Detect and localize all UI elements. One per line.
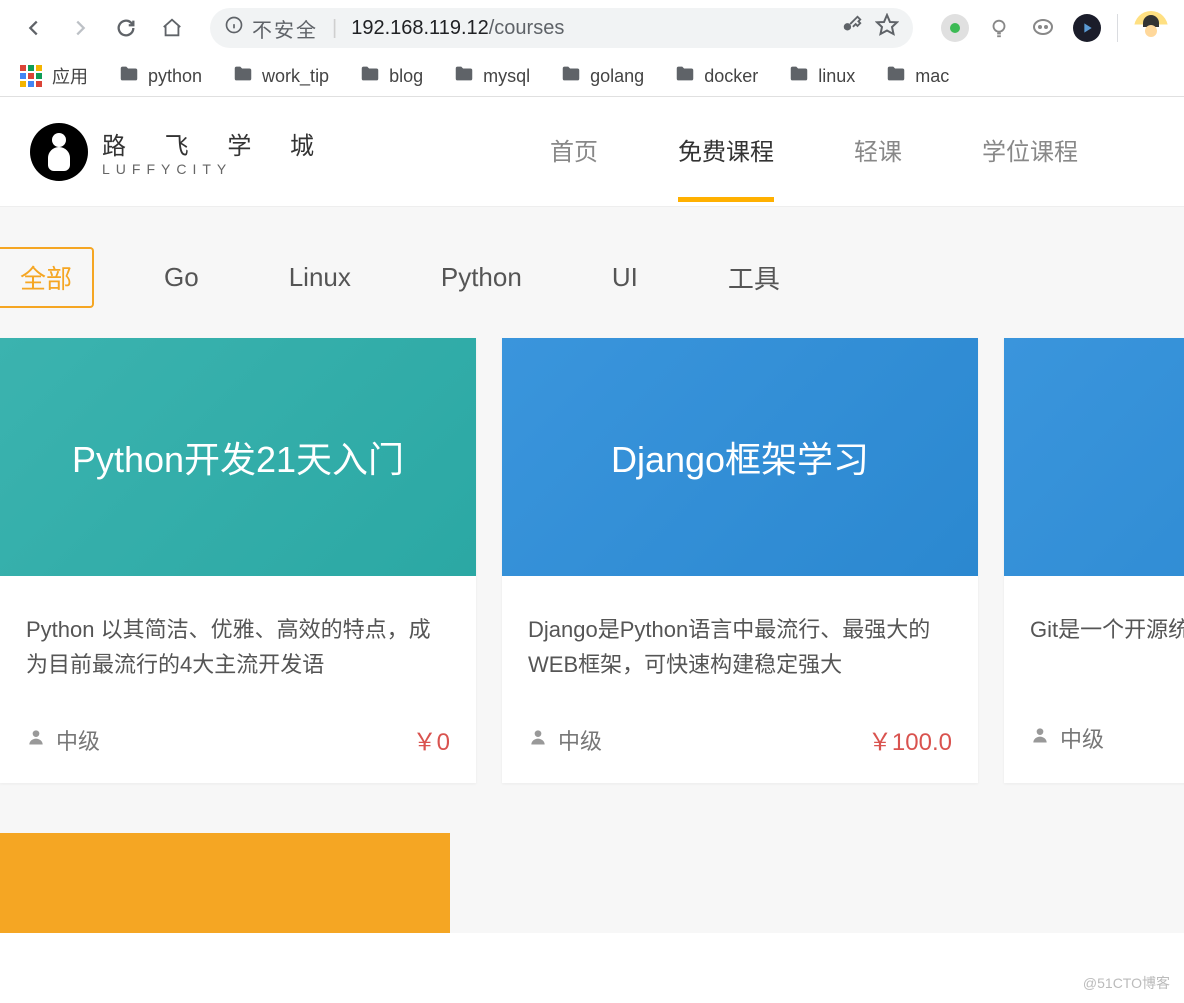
filter-ui[interactable]: UI	[592, 252, 658, 303]
bookmark-label: linux	[818, 66, 855, 87]
filter-all[interactable]: 全部	[0, 247, 94, 308]
key-icon[interactable]	[841, 14, 863, 42]
course-description: Django是Python语言中最流行、最强大的WEB框架，可快速构建稳定强大	[528, 612, 952, 682]
extension-icon[interactable]	[941, 14, 969, 42]
course-level: 中级	[1030, 722, 1104, 754]
url-path: /courses	[489, 17, 565, 40]
site-header: 路 飞 学 城 LUFFYCITY 首页 免费课程 轻课 学位课程	[0, 97, 1184, 207]
address-bar[interactable]: 不安全 | 192.168.119.12/courses	[210, 8, 913, 48]
bookmark-label: work_tip	[262, 66, 329, 87]
level-label: 中级	[1060, 722, 1104, 754]
bookmark-label: mac	[915, 66, 949, 87]
folder-icon	[885, 63, 907, 90]
folder-icon	[560, 63, 582, 90]
bookmark-folder[interactable]: mac	[885, 63, 949, 90]
course-card[interactable]: Git是一个开源统，可以有效 中级	[1004, 338, 1184, 783]
bookmark-folder[interactable]: python	[118, 63, 202, 90]
course-card[interactable]: Django框架学习 Django是Python语言中最流行、最强大的WEB框架…	[502, 338, 978, 783]
course-level: 中级	[528, 724, 602, 756]
filter-python[interactable]: Python	[421, 252, 542, 303]
extension-icon[interactable]	[1073, 14, 1101, 42]
extra-block	[0, 833, 450, 933]
back-button[interactable]	[16, 10, 52, 46]
folder-icon	[359, 63, 381, 90]
filter-go[interactable]: Go	[144, 252, 219, 303]
profile-avatar[interactable]	[1134, 11, 1168, 45]
apps-button[interactable]: 应用	[20, 63, 88, 89]
folder-icon	[232, 63, 254, 90]
info-icon	[224, 15, 244, 41]
course-row: Python开发21天入门 Python 以其简洁、优雅、高效的特点，成为目前最…	[0, 338, 1184, 783]
course-hero: Python开发21天入门	[0, 338, 476, 576]
course-title: Django框架学习	[611, 431, 869, 483]
apps-grid-icon	[20, 65, 42, 87]
person-icon	[26, 727, 46, 753]
folder-icon	[118, 63, 140, 90]
folder-icon	[788, 63, 810, 90]
course-hero	[1004, 338, 1184, 576]
apps-label: 应用	[52, 63, 88, 89]
nav-degree-courses[interactable]: 学位课程	[982, 102, 1078, 202]
course-title: Python开发21天入门	[72, 431, 404, 483]
course-price: ￥0	[413, 722, 450, 757]
bookmark-folder[interactable]: docker	[674, 63, 758, 90]
extension-icon[interactable]	[985, 14, 1013, 42]
filter-linux[interactable]: Linux	[269, 252, 371, 303]
course-hero: Django框架学习	[502, 338, 978, 576]
url-host: 192.168.119.12	[351, 17, 489, 40]
insecure-label: 不安全	[252, 14, 318, 43]
toolbar-extensions	[941, 11, 1168, 45]
pipe: |	[332, 17, 337, 40]
watermark: @51CTO博客	[1083, 973, 1170, 993]
bookmark-label: blog	[389, 66, 423, 87]
course-description: Python 以其简洁、优雅、高效的特点，成为目前最流行的4大主流开发语	[26, 612, 450, 682]
browser-toolbar: 不安全 | 192.168.119.12/courses	[0, 0, 1184, 56]
logo-title-en: LUFFYCITY	[102, 161, 330, 177]
level-label: 中级	[558, 724, 602, 756]
logo-title-cn: 路 飞 学 城	[102, 126, 330, 161]
content-area: 全部 Go Linux Python UI 工具 Python开发21天入门 P…	[0, 207, 1184, 933]
course-card[interactable]: Python开发21天入门 Python 以其简洁、优雅、高效的特点，成为目前最…	[0, 338, 476, 783]
bookmark-folder[interactable]: work_tip	[232, 63, 329, 90]
nav-home[interactable]: 首页	[550, 102, 598, 202]
bookmark-label: golang	[590, 66, 644, 87]
course-price: ￥100.0	[868, 722, 952, 757]
folder-icon	[674, 63, 696, 90]
divider	[1117, 14, 1118, 42]
site-logo[interactable]: 路 飞 学 城 LUFFYCITY	[30, 123, 330, 181]
reload-button[interactable]	[108, 10, 144, 46]
bookmark-folder[interactable]: mysql	[453, 63, 530, 90]
star-icon[interactable]	[875, 13, 899, 43]
bookmark-folder[interactable]: golang	[560, 63, 644, 90]
bookmark-label: python	[148, 66, 202, 87]
bookmarks-bar: 应用 python work_tip blog mysql golang doc…	[0, 56, 1184, 96]
nav-free-courses[interactable]: 免费课程	[678, 102, 774, 202]
site-nav: 首页 免费课程 轻课 学位课程	[550, 102, 1078, 202]
bookmark-folder[interactable]: linux	[788, 63, 855, 90]
filter-tools[interactable]: 工具	[708, 249, 800, 306]
course-description: Git是一个开源统，可以有效	[1030, 612, 1184, 682]
person-icon	[1030, 725, 1050, 751]
person-icon	[528, 727, 548, 753]
bookmark-label: mysql	[483, 66, 530, 87]
filter-tabs: 全部 Go Linux Python UI 工具	[0, 247, 1184, 338]
course-level: 中级	[26, 724, 100, 756]
nav-light-courses[interactable]: 轻课	[854, 102, 902, 202]
bookmark-label: docker	[704, 66, 758, 87]
folder-icon	[453, 63, 475, 90]
logo-icon	[30, 123, 88, 181]
home-button[interactable]	[154, 10, 190, 46]
extension-icon[interactable]	[1029, 14, 1057, 42]
bookmark-folder[interactable]: blog	[359, 63, 423, 90]
level-label: 中级	[56, 724, 100, 756]
forward-button[interactable]	[62, 10, 98, 46]
